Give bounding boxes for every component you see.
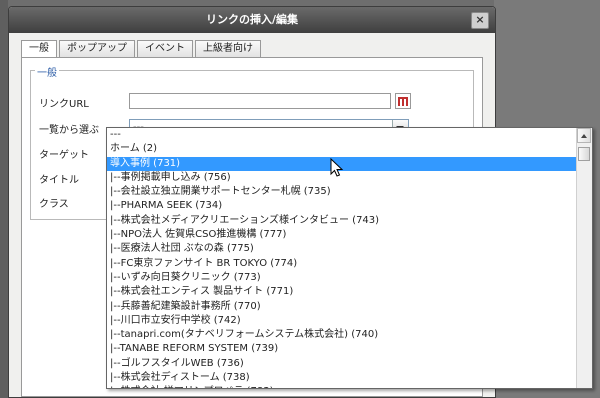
mouse-pointer-icon bbox=[330, 158, 344, 177]
title-label: タイトル bbox=[39, 175, 79, 186]
dropdown-option[interactable]: |--NPO法人 佐賀県CSO推進機構 (777) bbox=[107, 228, 577, 242]
tab-label: ポップアップ bbox=[67, 43, 127, 54]
dialog-title: リンクの挿入/編集 bbox=[205, 13, 299, 26]
dropdown-option[interactable]: |--いずみ向日葵クリニック (773) bbox=[107, 271, 577, 285]
dropdown-option[interactable]: |--株式会社メディアクリエーションズ様インタビュー (743) bbox=[107, 214, 577, 228]
tab-events[interactable]: イベント bbox=[137, 40, 193, 57]
dropdown-option[interactable]: |--会社設立独立開業サポートセンター札幌 (735) bbox=[107, 185, 577, 199]
dropdown-option[interactable]: |--tanapri.com(タナベリフォームシステム株式会社) (740) bbox=[107, 328, 577, 342]
dropdown-option[interactable]: |--株式会社ディストーム (738) bbox=[107, 371, 577, 385]
dropdown-option[interactable]: |--TANABE REFORM SYSTEM (739) bbox=[107, 342, 577, 356]
dropdown-option[interactable]: --- bbox=[107, 128, 577, 142]
link-list-dropdown[interactable]: --- ホーム (2) 導入事例 (731) |--事例掲載申し込み (756) |--… bbox=[106, 127, 593, 389]
dropdown-option[interactable]: |--兵藤善紀建築設計事務所 (770) bbox=[107, 300, 577, 314]
tab-label: 一般 bbox=[29, 43, 49, 54]
tab-advanced[interactable]: 上級者向け bbox=[195, 40, 261, 57]
close-icon: × bbox=[475, 13, 485, 26]
arrow-up-icon[interactable] bbox=[577, 128, 591, 143]
fieldset-legend: 一般 bbox=[35, 64, 59, 79]
dropdown-scrollbar[interactable] bbox=[576, 128, 592, 388]
calendar-grid-icon bbox=[398, 97, 408, 106]
link-url-input[interactable] bbox=[129, 93, 391, 109]
dropdown-option[interactable]: |--川口市立安行中学校 (742) bbox=[107, 314, 577, 328]
option-list: --- ホーム (2) 導入事例 (731) |--事例掲載申し込み (756) |--… bbox=[107, 128, 592, 388]
dropdown-option[interactable]: |--PHARMA SEEK (734) bbox=[107, 199, 577, 213]
target-label: ターゲット bbox=[39, 150, 89, 161]
dialog-titlebar[interactable]: リンクの挿入/編集 × bbox=[9, 7, 495, 33]
background-window bbox=[0, 0, 8, 398]
tab-general[interactable]: 一般 bbox=[21, 40, 57, 58]
dropdown-option[interactable]: |--株式会社エンティス 製品サイト (771) bbox=[107, 285, 577, 299]
dropdown-option[interactable]: |--医療法人社団 ぶなの森 (775) bbox=[107, 242, 577, 256]
dropdown-option[interactable]: |--ゴルフスタイルWEB (736) bbox=[107, 357, 577, 371]
dropdown-option[interactable]: |--株式会社 楢マリンプロペラ (783) bbox=[107, 385, 577, 388]
dropdown-option[interactable]: ホーム (2) bbox=[107, 142, 577, 156]
tab-popup[interactable]: ポップアップ bbox=[59, 40, 135, 57]
tab-label: イベント bbox=[145, 43, 185, 54]
tab-label: 上級者向け bbox=[203, 43, 253, 54]
choose-from-list-label: 一覧から選ぶ bbox=[39, 125, 99, 136]
tab-bar: 一般 ポップアップ イベント 上級者向け bbox=[21, 40, 263, 58]
dropdown-option[interactable]: |--FC東京ファンサイト BR TOKYO (774) bbox=[107, 257, 577, 271]
class-label: クラス bbox=[39, 199, 69, 210]
browse-button[interactable] bbox=[395, 93, 411, 109]
close-button[interactable]: × bbox=[471, 12, 489, 29]
link-url-label: リンクURL bbox=[39, 99, 89, 110]
scrollbar-thumb[interactable] bbox=[578, 147, 590, 161]
